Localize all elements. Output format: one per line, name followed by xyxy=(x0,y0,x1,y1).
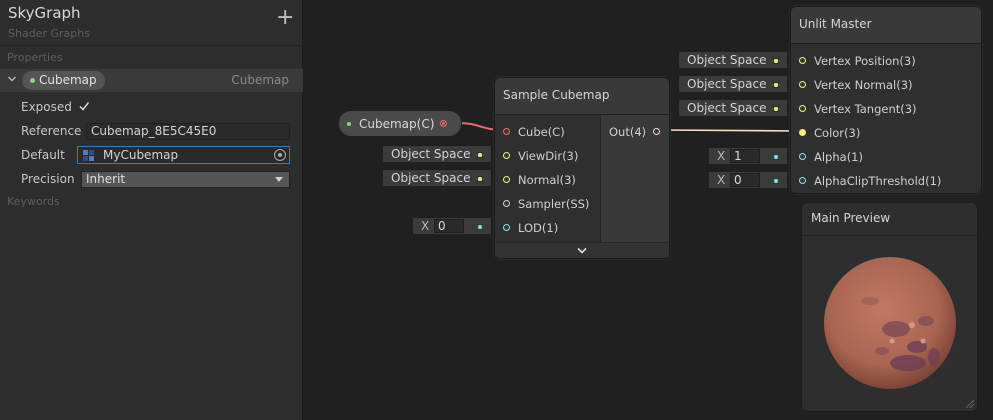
collapse-bar[interactable] xyxy=(495,242,669,258)
connector-dot xyxy=(774,83,778,87)
edge-out-to-color xyxy=(657,129,802,132)
port-label: Color(3) xyxy=(814,126,861,140)
sampler-input-port[interactable] xyxy=(503,200,510,207)
vertex-tangent-port[interactable] xyxy=(799,105,806,112)
normal-input-port[interactable] xyxy=(503,176,510,183)
port-label: Out(4) xyxy=(609,125,647,139)
chip-label: Object Space xyxy=(687,53,767,67)
vertex-normal-port[interactable] xyxy=(799,81,806,88)
port-label: ViewDir(3) xyxy=(518,149,579,163)
port-label: AlphaClipThreshold(1) xyxy=(814,174,942,188)
divider xyxy=(802,235,977,236)
color-port[interactable] xyxy=(799,129,806,136)
chip-label: Object Space xyxy=(391,147,471,161)
property-dot-icon xyxy=(347,122,351,126)
alpha-port[interactable] xyxy=(799,153,806,160)
port-label: Vertex Position(3) xyxy=(814,54,916,68)
x-label: X xyxy=(421,219,430,233)
resize-handle-icon[interactable] xyxy=(966,400,974,408)
viewdir-space-chip[interactable]: Object Space xyxy=(382,145,492,163)
node-title: Unlit Master xyxy=(799,17,872,31)
chip-label: Object Space xyxy=(687,77,767,91)
lod-input-port[interactable] xyxy=(503,224,510,231)
chevron-down-icon xyxy=(577,247,587,254)
chip-label: Object Space xyxy=(391,171,471,185)
unlit-master-node[interactable]: Unlit Master Vertex Position(3) Vertex N… xyxy=(790,6,982,194)
node-title: Sample Cubemap xyxy=(503,88,610,102)
cube-input-port[interactable] xyxy=(503,128,510,135)
x-value-input[interactable]: 1 xyxy=(730,149,760,163)
connector-dot xyxy=(774,155,778,159)
connector-dot xyxy=(774,59,778,63)
preview-sphere-image xyxy=(824,257,956,389)
port-label: Vertex Normal(3) xyxy=(814,78,913,92)
x-value-input[interactable]: 0 xyxy=(730,173,760,187)
chip-label: Object Space xyxy=(687,101,767,115)
viewdir-input-port[interactable] xyxy=(503,152,510,159)
property-node-cubemap[interactable]: Cubemap(C) xyxy=(338,110,462,137)
port-label: Vertex Tangent(3) xyxy=(814,102,917,116)
port-label: Normal(3) xyxy=(518,173,576,187)
connector-dot xyxy=(774,107,778,111)
x-value-input[interactable]: 0 xyxy=(434,219,464,233)
sample-cubemap-node[interactable]: Sample Cubemap Cube(C) ViewDir(3) Normal… xyxy=(494,77,670,259)
port-label: Alpha(1) xyxy=(814,150,863,164)
connector-dot xyxy=(478,153,482,157)
preview-title: Main Preview xyxy=(811,211,891,225)
vertex-position-space-chip[interactable]: Object Space xyxy=(678,51,788,69)
alpha-clip-port[interactable] xyxy=(799,177,806,184)
property-node-label: Cubemap(C) xyxy=(359,117,435,131)
normal-space-chip[interactable]: Object Space xyxy=(382,169,492,187)
property-output-port[interactable] xyxy=(440,120,447,127)
x-label: X xyxy=(717,173,726,187)
out-output-port[interactable] xyxy=(653,128,660,135)
shader-graph-window: SkyGraph Shader Graphs + Properties Cube… xyxy=(0,0,993,420)
connector-dot xyxy=(478,177,482,181)
port-label: Cube(C) xyxy=(518,125,565,139)
connector-dot xyxy=(774,179,778,183)
vertex-normal-space-chip[interactable]: Object Space xyxy=(678,75,788,93)
port-label: Sampler(SS) xyxy=(518,197,590,211)
main-preview-panel[interactable]: Main Preview xyxy=(801,202,978,412)
vertex-position-port[interactable] xyxy=(799,57,806,64)
port-label: LOD(1) xyxy=(518,221,559,235)
connector-dot xyxy=(478,225,482,229)
divider xyxy=(600,115,601,242)
vertex-tangent-space-chip[interactable]: Object Space xyxy=(678,99,788,117)
x-label: X xyxy=(717,149,726,163)
